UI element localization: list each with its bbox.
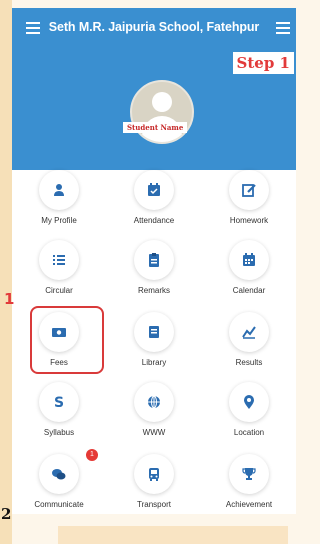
menu-icon-circle: S [39, 382, 79, 422]
menu-item-label: Attendance [133, 216, 175, 225]
clipboard-icon [149, 253, 159, 267]
syllabus-s-icon: S [54, 395, 64, 410]
menu-item-label: Location [233, 428, 265, 437]
menu-item-homework[interactable]: Homework [202, 170, 296, 236]
bus-icon [149, 468, 159, 481]
globe-icon [148, 395, 160, 409]
menu-item-circular[interactable]: Circular [12, 240, 106, 306]
menu-item-label: Results [235, 358, 263, 367]
menu-icon-circle [134, 382, 174, 422]
notification-badge: 1 [86, 449, 98, 461]
menu-icon-circle [39, 312, 79, 352]
money-icon [52, 328, 66, 337]
menu-item-fees[interactable]: Fees [12, 312, 106, 378]
edit-icon [242, 184, 256, 197]
menu-item-label: Transport [137, 500, 171, 509]
menu-icon-circle [229, 312, 269, 352]
menu-icon-circle [134, 170, 174, 210]
menu-item-location[interactable]: Location [202, 382, 296, 448]
menu-icon-circle [39, 240, 79, 280]
location-pin-icon [244, 395, 254, 409]
annotation-marker-two: 2 [1, 505, 12, 523]
menu-icon-circle [229, 382, 269, 422]
book-icon [149, 326, 159, 338]
menu-icon-circle [134, 312, 174, 352]
app-screen: Seth M.R. Jaipuria School, Fatehpur Step… [12, 8, 296, 514]
menu-item-label: Circular [45, 286, 73, 295]
menu-item-remarks[interactable]: Remarks [107, 240, 201, 306]
background-strip-left [0, 0, 12, 544]
menu-item-label: Calendar [232, 286, 266, 295]
calendar-check-icon [148, 183, 160, 196]
menu-item-communicate[interactable]: 1 Communicate [12, 449, 106, 514]
menu-item-label: Syllabus [43, 428, 75, 437]
menu-item-my-profile[interactable]: My Profile [12, 170, 106, 236]
menu-item-label: Fees [50, 358, 68, 367]
background-strip-bottom [58, 526, 288, 544]
calendar-icon [243, 253, 255, 266]
menu-item-label: Achievement [225, 500, 273, 509]
menu-icon-circle [229, 170, 269, 210]
chart-icon [242, 326, 256, 339]
student-name: Student Name [123, 122, 188, 133]
menu-item-achievement[interactable]: Achievement [202, 454, 296, 514]
profile-header: Step 1 [12, 50, 296, 170]
menu-item-label: Communicate [34, 500, 84, 509]
menu-item-attendance[interactable]: Attendance [107, 170, 201, 236]
menu-icon-circle [229, 240, 269, 280]
avatar-head [152, 92, 172, 112]
menu-icon-circle [134, 240, 174, 280]
avatar[interactable] [130, 80, 194, 144]
annotation-marker-one: 1 [4, 290, 15, 308]
menu-item-label: WWW [142, 428, 166, 437]
menu-item-www[interactable]: WWW [107, 382, 201, 448]
menu-item-syllabus[interactable]: S Syllabus [12, 382, 106, 448]
menu-item-calendar[interactable]: Calendar [202, 240, 296, 306]
menu-icon-circle: 1 [39, 449, 98, 494]
menu-item-transport[interactable]: Transport [107, 454, 201, 514]
menu-icon-circle [39, 170, 79, 210]
person-icon [54, 184, 64, 196]
menu-icon-circle [134, 454, 174, 494]
svg-text:S: S [54, 395, 64, 410]
chat-icon [52, 469, 66, 480]
trophy-icon [242, 468, 256, 480]
menu-item-library[interactable]: Library [107, 312, 201, 378]
app-bar: Seth M.R. Jaipuria School, Fatehpur [12, 8, 296, 50]
list-menu-icon[interactable] [276, 22, 290, 34]
menu-item-results[interactable]: Results [202, 312, 296, 378]
menu-item-label: Library [141, 358, 167, 367]
menu-icon-circle [229, 454, 269, 494]
menu-item-label: Homework [229, 216, 269, 225]
app-title: Seth M.R. Jaipuria School, Fatehpur [48, 20, 260, 34]
menu-item-label: Remarks [137, 286, 170, 295]
step-annotation: Step 1 [232, 52, 294, 74]
menu-item-label: My Profile [41, 216, 77, 225]
list-icon [53, 255, 65, 265]
